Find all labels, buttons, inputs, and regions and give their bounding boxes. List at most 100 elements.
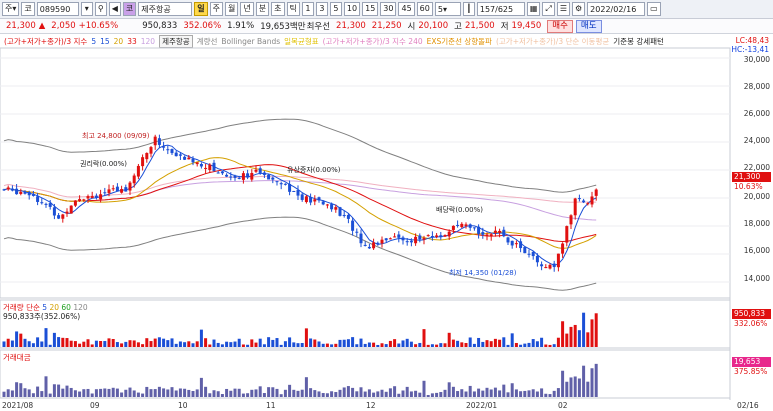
- amount-bar: [267, 387, 271, 397]
- amount-bar: [544, 393, 548, 397]
- candle-body: [44, 203, 48, 205]
- volume-bar: [481, 341, 485, 347]
- amount-panel-title: 거래대금: [3, 353, 31, 362]
- volume-bar: [19, 333, 23, 347]
- amount-bar: [435, 392, 439, 397]
- price-axis-30000: 30,000: [743, 55, 770, 64]
- volume-bar: [94, 340, 98, 347]
- amount-bar: [397, 393, 401, 397]
- candle-body: [124, 187, 128, 192]
- volume-bar: [489, 341, 493, 347]
- amount-bar: [229, 390, 233, 397]
- amount-bar: [359, 387, 363, 397]
- amount-bar: [57, 384, 61, 397]
- amount-bar: [187, 389, 191, 397]
- candle-body: [99, 194, 103, 200]
- candle-body: [313, 199, 317, 202]
- volume-bar: [300, 343, 304, 347]
- volume-bar: [82, 341, 86, 347]
- candle-body: [111, 188, 115, 190]
- volume-bar: [48, 344, 52, 347]
- candle-body: [351, 220, 355, 231]
- candle-body: [468, 224, 472, 228]
- volume-bar: [99, 341, 103, 347]
- candle-body: [57, 215, 61, 219]
- volume-bar: [132, 340, 136, 347]
- volume-bar: [401, 340, 405, 347]
- volume-bar: [44, 328, 48, 347]
- candle-body: [216, 172, 220, 174]
- amount-bar: [565, 381, 569, 397]
- amount-bar: [418, 392, 422, 397]
- volume-bar: [279, 344, 283, 347]
- amount-bar: [128, 387, 132, 397]
- volume-bar: [430, 344, 434, 347]
- volume-bar: [183, 342, 187, 347]
- candle-body: [78, 199, 82, 202]
- amount-bar: [519, 391, 523, 397]
- candle-body: [31, 194, 35, 196]
- candle-body: [443, 235, 447, 237]
- volume-bar: [439, 343, 443, 347]
- volume-bar: [540, 337, 544, 347]
- volume-bar: [355, 344, 359, 347]
- amount-bar: [493, 387, 497, 397]
- candle-body: [376, 242, 380, 244]
- volume-bar: [61, 337, 65, 347]
- amount-bar: [246, 393, 250, 397]
- volume-bar: [363, 343, 367, 347]
- dividend-annotation: 배당락(0.00%): [436, 206, 484, 214]
- volume-bar: [220, 344, 224, 347]
- current-price-tag: 21,300: [732, 172, 771, 182]
- candle-body: [514, 243, 518, 245]
- volume-bar: [342, 339, 346, 347]
- candle-body: [73, 200, 77, 206]
- amount-bar: [590, 368, 594, 397]
- volume-bar: [464, 343, 468, 347]
- amount-bar: [15, 382, 19, 397]
- candle-body: [388, 238, 392, 240]
- candle-body: [493, 230, 497, 233]
- volume-bar: [275, 338, 279, 347]
- volume-bar: [296, 343, 300, 347]
- amount-bar: [489, 389, 493, 397]
- candle-body: [300, 194, 304, 200]
- volume-bar: [556, 337, 560, 347]
- volume-bar: [23, 338, 27, 347]
- amount-bar: [376, 391, 380, 397]
- amount-bar: [569, 377, 573, 397]
- volume-bar: [510, 333, 514, 347]
- chart-canvas[interactable]: [0, 0, 773, 411]
- amount-bar: [292, 389, 296, 397]
- candle-body: [48, 203, 52, 207]
- candle-body: [460, 223, 464, 228]
- amount-bar: [325, 393, 329, 397]
- volume-bar: [435, 344, 439, 347]
- amount-bar: [384, 391, 388, 397]
- candle-body: [435, 235, 439, 237]
- candle-body: [405, 241, 409, 243]
- price-axis-16000: 16,000: [743, 246, 770, 255]
- volume-bar: [577, 330, 581, 347]
- candle-body: [594, 189, 598, 196]
- candle-body: [191, 158, 195, 163]
- volume-bar: [149, 341, 153, 347]
- volume-bar: [204, 338, 208, 347]
- volume-bar: [451, 339, 455, 347]
- volume-bar: [338, 339, 342, 347]
- candle-body: [82, 199, 86, 201]
- candle-body: [237, 177, 241, 179]
- price-axis-22000: 22,000: [743, 163, 770, 172]
- amount-bar: [19, 383, 23, 397]
- amount-bar: [531, 389, 535, 397]
- candle-body: [556, 253, 560, 268]
- amount-bar: [460, 389, 464, 397]
- hc-label: HC:-13,41: [731, 45, 769, 54]
- amount-bar: [162, 388, 166, 397]
- volume-value-label: 950,833주(352.06%): [3, 312, 81, 321]
- candle-body: [258, 168, 262, 173]
- volume-bar: [498, 339, 502, 347]
- candle-body: [40, 202, 44, 204]
- volume-pct-tag: 332.06%: [734, 319, 768, 328]
- amount-bar: [254, 389, 258, 397]
